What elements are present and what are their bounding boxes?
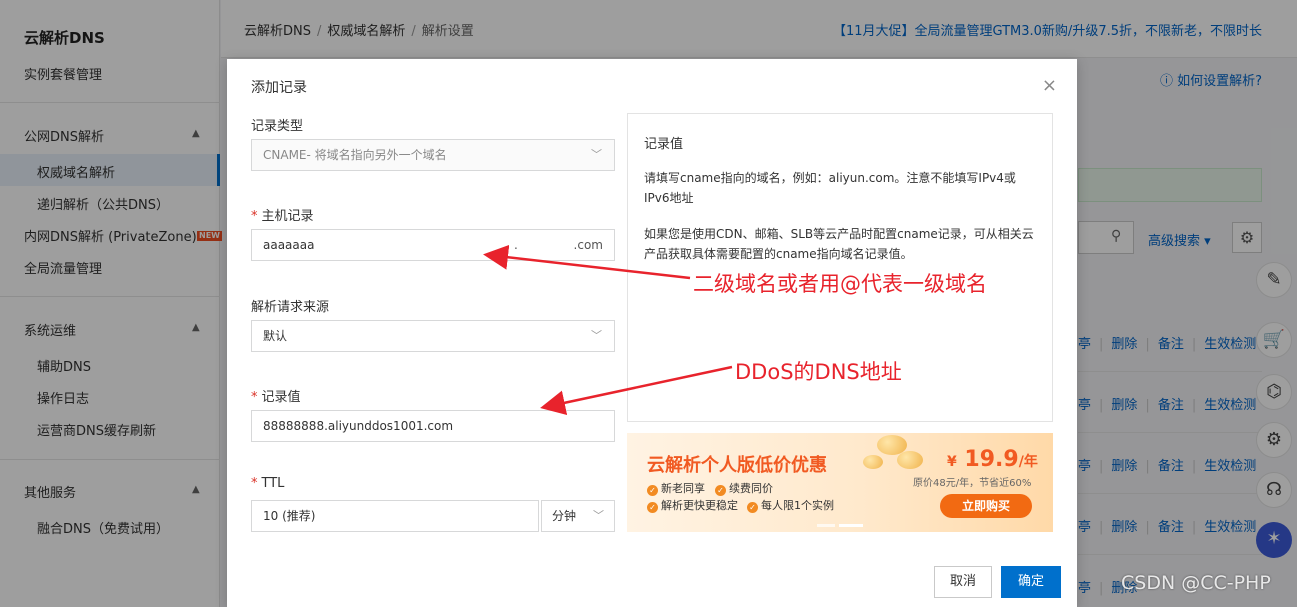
annotation-host: 二级域名或者用@代表一级域名 xyxy=(693,272,987,296)
annotation-arrow xyxy=(483,244,691,280)
annotation-arrows xyxy=(483,244,733,416)
watermark: CSDN @CC-PHP xyxy=(1121,572,1271,594)
annotation-arrow xyxy=(540,365,733,416)
annotation-ddos: DDoS的DNS地址 xyxy=(735,360,902,384)
